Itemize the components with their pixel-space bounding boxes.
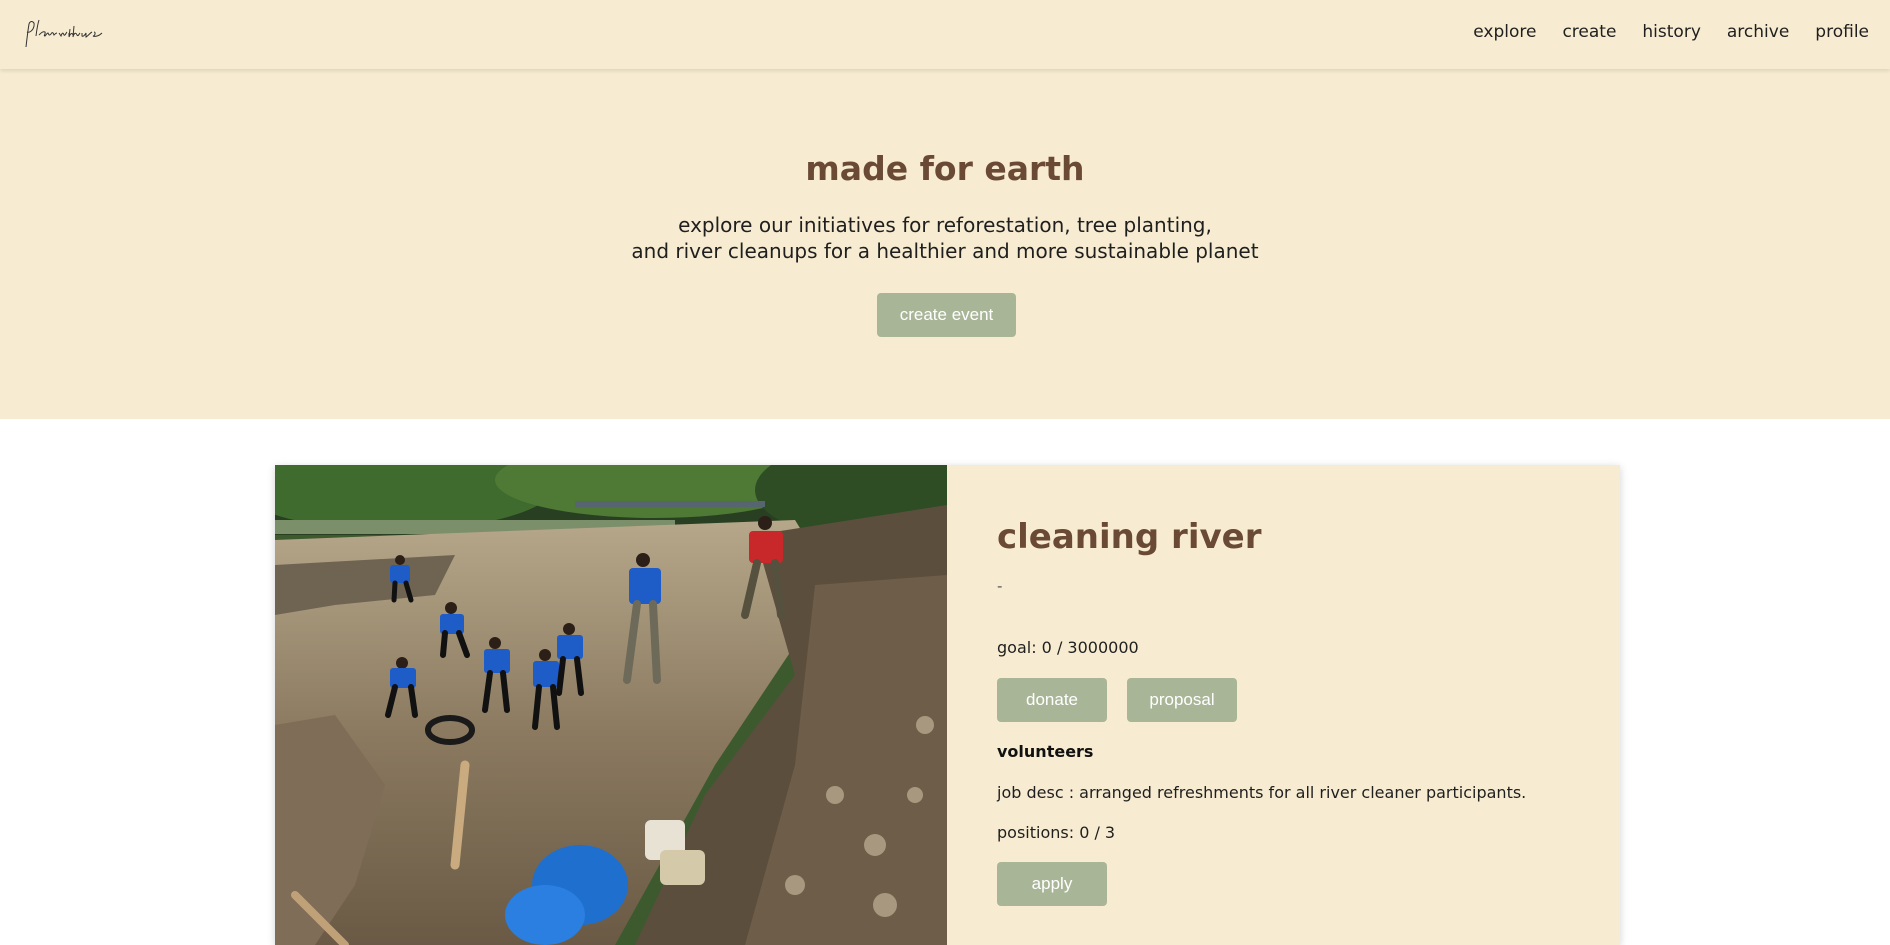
hero-title: made for earth [805, 149, 1085, 188]
event-subtitle: - [997, 577, 1003, 595]
hero-section: made for earth explore our initiatives f… [0, 69, 1890, 419]
event-card: cleaning river - goal: 0 / 3000000 donat… [275, 465, 1620, 945]
nav-create[interactable]: create [1562, 21, 1616, 43]
create-event-button[interactable]: create event [877, 293, 1016, 337]
volunteers-heading: volunteers [997, 742, 1094, 761]
proposal-button[interactable]: proposal [1127, 678, 1237, 722]
plan-with-us-logo[interactable] [22, 14, 106, 52]
event-title: cleaning river [997, 517, 1262, 557]
nav-explore[interactable]: explore [1473, 21, 1536, 43]
nav-profile[interactable]: profile [1815, 21, 1869, 43]
job-description: job desc : arranged refreshments for all… [997, 783, 1527, 802]
hero-description-line-1: explore our initiatives for reforestatio… [678, 213, 1212, 237]
hero-description: explore our initiatives for reforestatio… [0, 212, 1890, 264]
navbar: explore create history archive profile [0, 0, 1890, 69]
donation-goal: goal: 0 / 3000000 [997, 638, 1139, 657]
river-cleanup-image [275, 465, 947, 945]
positions-count: positions: 0 / 3 [997, 823, 1116, 842]
donate-button[interactable]: donate [997, 678, 1107, 722]
event-photo [275, 465, 947, 945]
apply-button[interactable]: apply [997, 862, 1107, 906]
nav-history[interactable]: history [1642, 21, 1700, 43]
nav-archive[interactable]: archive [1727, 21, 1789, 43]
hero-description-line-2: and river cleanups for a healthier and m… [631, 239, 1259, 263]
nav-links: explore create history archive profile [1447, 21, 1869, 43]
